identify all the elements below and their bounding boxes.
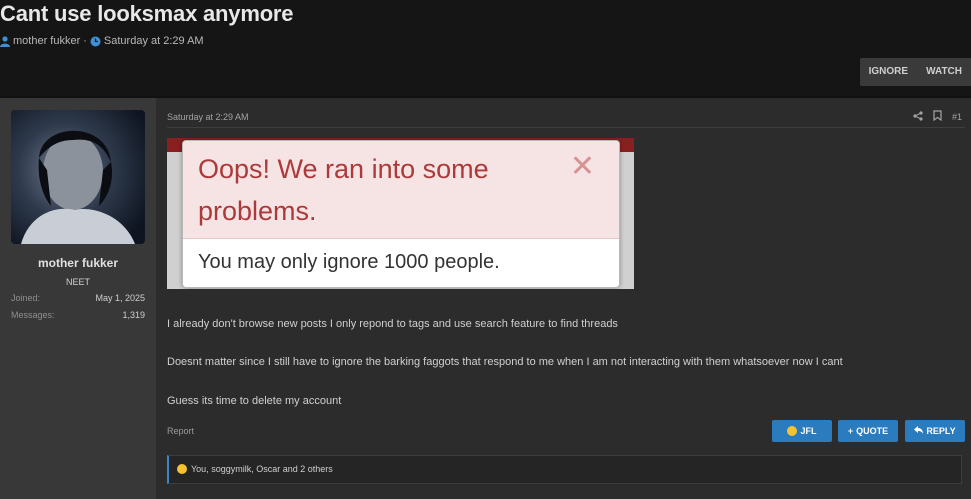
error-dialog-title: Oops! We ran into some problems.: [198, 154, 489, 226]
thread-title: Cant use looksmax anymore: [0, 1, 294, 26]
reply-button-label: REPLY: [926, 426, 956, 436]
error-dialog-message: You may only ignore 1000 people.: [198, 251, 500, 273]
bookmark-icon[interactable]: [933, 110, 942, 123]
messages-value[interactable]: 1,319: [122, 310, 145, 320]
user-name[interactable]: mother fukker: [0, 256, 156, 270]
quote-button-label: QUOTE: [856, 426, 889, 436]
jfl-button-label: JFL: [800, 426, 817, 436]
laughing-emoji-icon: [787, 426, 798, 436]
error-dialog: Oops! We ran into some problems. ✕ You m…: [182, 140, 620, 288]
avatar[interactable]: [11, 110, 145, 244]
reactions-bar[interactable]: You, soggymilk, Oscar and 2 others: [167, 455, 962, 484]
messages-label: Messages:: [11, 310, 55, 320]
ignore-button[interactable]: IGNORE: [860, 58, 917, 86]
post-number[interactable]: #1: [952, 112, 962, 122]
report-link[interactable]: Report: [167, 426, 194, 436]
reply-icon: [914, 420, 924, 442]
thread-meta: mother fukker · Saturday at 2:29 AM: [0, 35, 204, 47]
quote-button[interactable]: + QUOTE: [838, 420, 898, 442]
user-title: NEET: [65, 277, 90, 287]
embedded-screenshot[interactable]: Oops! We ran into some problems. ✕ You m…: [167, 138, 634, 289]
thread-date-link[interactable]: Saturday at 2:29 AM: [104, 35, 204, 47]
joined-label: Joined:: [11, 293, 41, 303]
post-date[interactable]: Saturday at 2:29 AM: [167, 112, 249, 122]
post-divider: [167, 127, 965, 128]
post-actions: #1: [913, 110, 962, 123]
reply-button[interactable]: REPLY: [905, 420, 965, 442]
thread-actions: IGNORE WATCH: [859, 58, 971, 86]
post-paragraph: Doesnt matter since I still have to igno…: [167, 356, 843, 368]
laughing-emoji-icon: [177, 464, 187, 474]
plus-icon: +: [847, 426, 854, 436]
close-icon: ✕: [569, 150, 595, 183]
joined-row: Joined: May 1, 2025: [11, 293, 145, 303]
meta-separator: ·: [83, 35, 87, 47]
reactions-list[interactable]: You, soggymilk, Oscar and 2 others: [191, 464, 333, 474]
jfl-button[interactable]: JFL: [772, 420, 832, 442]
post-paragraph: Guess its time to delete my account: [167, 395, 342, 407]
user-icon: [0, 35, 10, 47]
watch-button[interactable]: WATCH: [917, 58, 971, 86]
messages-row: Messages: 1,319: [11, 310, 145, 320]
joined-value: May 1, 2025: [95, 293, 145, 303]
thread-author-link[interactable]: mother fukker: [13, 35, 80, 47]
clock-icon: [90, 36, 101, 47]
share-icon[interactable]: [913, 110, 923, 123]
post-paragraph: I already don't browse new posts I only …: [167, 318, 618, 330]
